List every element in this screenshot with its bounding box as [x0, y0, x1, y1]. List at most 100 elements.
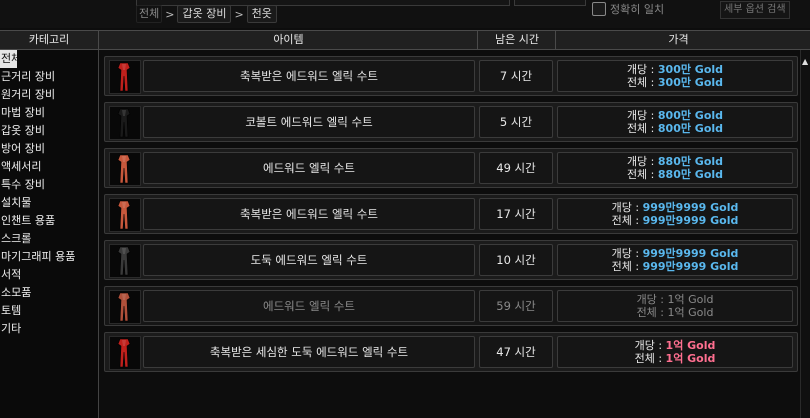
- category-item[interactable]: 소모품: [0, 284, 98, 302]
- item-price: 개당 : 800만 Gold 전체 : 800만 Gold: [557, 106, 793, 138]
- category-item[interactable]: 특수 장비: [0, 176, 98, 194]
- scroll-up-icon[interactable]: ▲: [802, 57, 808, 66]
- item-name: 코볼트 에드워드 엘릭 수트: [143, 106, 475, 138]
- header-item[interactable]: 아이템: [98, 31, 478, 49]
- table-header: 카테고리 아이템 남은 시간 가격: [0, 30, 810, 50]
- price-total-label: 전체 :: [611, 214, 643, 227]
- price-each-value: 1억 Gold: [667, 293, 714, 306]
- suit-icon: [117, 246, 131, 276]
- category-item[interactable]: 인챈트 용품: [0, 212, 98, 230]
- chevron-right-icon: >: [165, 7, 175, 21]
- exact-match-label: 정확히 일치: [610, 3, 665, 16]
- category-item[interactable]: 갑옷 장비: [0, 122, 98, 140]
- item-name: 축복받은 에드워드 엘릭 수트: [143, 198, 475, 230]
- scrollbar[interactable]: ▲: [800, 50, 810, 418]
- item-time-left: 5 시간: [479, 106, 553, 138]
- category-item[interactable]: 기타: [0, 320, 98, 338]
- price-each-value: 999만9999 Gold: [642, 201, 739, 214]
- category-item[interactable]: 방어 장비: [0, 140, 98, 158]
- detail-search-button[interactable]: 세부 옵션 검색: [720, 1, 790, 19]
- listing-row[interactable]: 축복받은 세심한 도둑 에드워드 엘릭 수트 47 시간 개당 : 1억 Gold 전…: [104, 332, 798, 372]
- listing-row[interactable]: 도둑 에드워드 엘릭 수트 10 시간 개당 : 999만9999 Gold 전체 :…: [104, 240, 798, 280]
- price-total-label: 전체 :: [626, 76, 658, 89]
- price-total-label: 전체 :: [626, 168, 658, 181]
- category-item[interactable]: 토템: [0, 302, 98, 320]
- item-time-left: 49 시간: [479, 152, 553, 184]
- price-total-value: 800만 Gold: [657, 122, 724, 135]
- item-listing: 축복받은 에드워드 엘릭 수트 7 시간 개당 : 300만 Gold 전체 : 30…: [100, 50, 800, 418]
- item-name: 축복받은 에드워드 엘릭 수트: [143, 60, 475, 92]
- price-total-value: 999만9999 Gold: [642, 214, 739, 227]
- suit-icon: [117, 200, 131, 230]
- item-name: 에드워드 엘릭 수트: [143, 152, 475, 184]
- item-thumbnail: [109, 290, 141, 324]
- header-price[interactable]: 가격: [555, 31, 801, 49]
- exact-match-checkbox[interactable]: [592, 2, 606, 16]
- price-total-label: 전체 :: [611, 260, 643, 273]
- item-price: 개당 : 999만9999 Gold 전체 : 999만9999 Gold: [557, 198, 793, 230]
- category-item[interactable]: 서적: [0, 266, 98, 284]
- price-total-value: 300만 Gold: [657, 76, 724, 89]
- item-price: 개당 : 999만9999 Gold 전체 : 999만9999 Gold: [557, 244, 793, 276]
- item-name: 축복받은 세심한 도둑 에드워드 엘릭 수트: [143, 336, 475, 368]
- category-item-all[interactable]: 전체: [0, 50, 17, 68]
- item-thumbnail: [109, 60, 141, 94]
- listing-row[interactable]: 에드워드 엘릭 수트 59 시간 개당 : 1억 Gold 전체 : 1억 Gold: [104, 286, 798, 326]
- suit-icon: [117, 292, 131, 322]
- header-time-left[interactable]: 남은 시간: [477, 31, 556, 49]
- price-total-value: 1억 Gold: [667, 306, 714, 319]
- item-thumbnail: [109, 106, 141, 140]
- suit-icon: [117, 108, 131, 138]
- price-each-label: 개당 :: [634, 339, 666, 352]
- listing-row[interactable]: 에드워드 엘릭 수트 49 시간 개당 : 880만 Gold 전체 : 880만 G…: [104, 148, 798, 188]
- price-total-label: 전체 :: [634, 352, 666, 365]
- breadcrumb-item-cloth[interactable]: 천옷: [246, 5, 277, 23]
- suit-icon: [117, 338, 131, 368]
- item-time-left: 10 시간: [479, 244, 553, 276]
- price-total-label: 전체 :: [636, 306, 668, 319]
- price-each-label: 개당 :: [611, 247, 643, 260]
- header-category: 카테고리: [28, 33, 70, 46]
- listing-row[interactable]: 축복받은 에드워드 엘릭 수트 7 시간 개당 : 300만 Gold 전체 : 30…: [104, 56, 798, 96]
- item-thumbnail: [109, 198, 141, 232]
- price-total-value: 999만9999 Gold: [642, 260, 739, 273]
- price-each-label: 개당 :: [636, 293, 668, 306]
- category-item[interactable]: 설치물: [0, 194, 98, 212]
- price-total-value: 880만 Gold: [657, 168, 724, 181]
- suit-icon: [117, 154, 131, 184]
- category-sidebar: 전체 근거리 장비 원거리 장비 마법 장비 갑옷 장비 방어 장비 액세서리 특수 장비 설…: [0, 50, 99, 418]
- breadcrumb: 전체 > 갑옷 장비 > 천옷: [136, 5, 277, 23]
- price-each-label: 개당 :: [626, 63, 658, 76]
- price-each-value: 1억 Gold: [665, 339, 716, 352]
- price-each-value: 880만 Gold: [657, 155, 724, 168]
- search-button[interactable]: [514, 0, 586, 6]
- price-each-value: 300만 Gold: [657, 63, 724, 76]
- price-each-label: 개당 :: [626, 155, 658, 168]
- category-item[interactable]: 스크롤: [0, 230, 98, 248]
- item-time-left: 17 시간: [479, 198, 553, 230]
- item-price: 개당 : 1억 Gold 전체 : 1억 Gold: [557, 290, 793, 322]
- suit-icon: [117, 62, 131, 92]
- listing-row[interactable]: 코볼트 에드워드 엘릭 수트 5 시간 개당 : 800만 Gold 전체 : 800…: [104, 102, 798, 142]
- item-price: 개당 : 300만 Gold 전체 : 300만 Gold: [557, 60, 793, 92]
- price-each-value: 800만 Gold: [657, 109, 724, 122]
- breadcrumb-item-all[interactable]: 전체: [136, 5, 163, 23]
- item-thumbnail: [109, 336, 141, 370]
- item-time-left: 59 시간: [479, 290, 553, 322]
- item-thumbnail: [109, 152, 141, 186]
- item-time-left: 7 시간: [479, 60, 553, 92]
- category-item[interactable]: 근거리 장비: [0, 68, 98, 86]
- item-name: 에드워드 엘릭 수트: [143, 290, 475, 322]
- price-each-value: 999만9999 Gold: [642, 247, 739, 260]
- item-thumbnail: [109, 244, 141, 278]
- exact-match-option[interactable]: 정확히 일치: [592, 1, 664, 17]
- chevron-right-icon: >: [234, 7, 244, 21]
- category-item[interactable]: 액세서리: [0, 158, 98, 176]
- category-item[interactable]: 마기그래피 용품: [0, 248, 98, 266]
- price-each-label: 개당 :: [611, 201, 643, 214]
- listing-row[interactable]: 축복받은 에드워드 엘릭 수트 17 시간 개당 : 999만9999 Gold 전체…: [104, 194, 798, 234]
- item-price: 개당 : 1억 Gold 전체 : 1억 Gold: [557, 336, 793, 368]
- breadcrumb-item-armor[interactable]: 갑옷 장비: [177, 5, 232, 23]
- category-item[interactable]: 원거리 장비: [0, 86, 98, 104]
- category-item[interactable]: 마법 장비: [0, 104, 98, 122]
